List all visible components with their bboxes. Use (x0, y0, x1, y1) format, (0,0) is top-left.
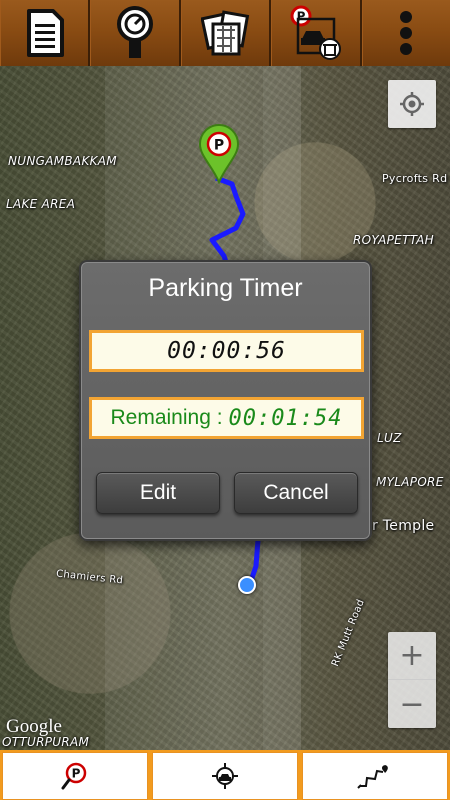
clear-parking-icon: P (290, 5, 341, 60)
directions-button[interactable] (302, 752, 448, 800)
clear-parking-button[interactable]: P (271, 0, 362, 66)
google-logo: Google (6, 716, 62, 737)
zoom-in-button[interactable]: + (388, 632, 436, 680)
more-vert-icon (400, 11, 413, 55)
map-label-lake-area: LAKE AREA (6, 197, 76, 211)
find-parking-icon: P (61, 762, 87, 790)
map-label-luz: LUZ (377, 431, 402, 445)
dialog-title: Parking Timer (148, 274, 303, 302)
elapsed-time-display: 00:00:56 (89, 330, 364, 372)
bottom-bar: P (0, 750, 450, 800)
zoom-controls: + − (388, 632, 436, 728)
map-label-temple: r Temple (372, 518, 435, 534)
remaining-label: Remaining : (110, 406, 223, 429)
remaining-time-display: Remaining : 00:01:54 (89, 397, 364, 439)
map-label-nungambakkam: NUNGAMBAKKAM (8, 154, 117, 168)
find-parking-button[interactable]: P (2, 752, 148, 800)
my-location-button[interactable] (388, 80, 436, 128)
svg-text:P: P (214, 138, 224, 154)
more-menu-button[interactable] (361, 0, 450, 66)
top-toolbar: P (0, 0, 450, 66)
parking-marker-icon[interactable]: P (197, 124, 241, 184)
svg-text:P: P (72, 767, 81, 781)
crosshair-icon (400, 92, 424, 116)
route-directions-icon (357, 765, 388, 789)
my-location-target-icon (212, 763, 238, 789)
map-label-mylapore: MYLAPORE (376, 475, 444, 489)
remaining-value: 00:01:54 (228, 405, 343, 431)
map-label-pycrofts: Pycrofts Rd (382, 172, 448, 185)
document-icon (26, 9, 64, 57)
notes-button[interactable] (0, 0, 91, 66)
locate-me-button[interactable] (152, 752, 298, 800)
zoom-out-button[interactable]: − (388, 680, 436, 728)
map-pages-icon (200, 10, 249, 56)
current-location-dot (238, 576, 256, 594)
cancel-button[interactable]: Cancel (234, 472, 358, 514)
parking-timer-dialog: Parking Timer 00:00:56 Remaining : 00:01… (79, 260, 372, 541)
map-pages-button[interactable] (180, 0, 272, 66)
map-label-royapettah: ROYAPETTAH (353, 233, 434, 247)
parking-meter-button[interactable] (90, 0, 181, 66)
parking-meter-icon (117, 6, 154, 58)
edit-button[interactable]: Edit (96, 472, 220, 514)
